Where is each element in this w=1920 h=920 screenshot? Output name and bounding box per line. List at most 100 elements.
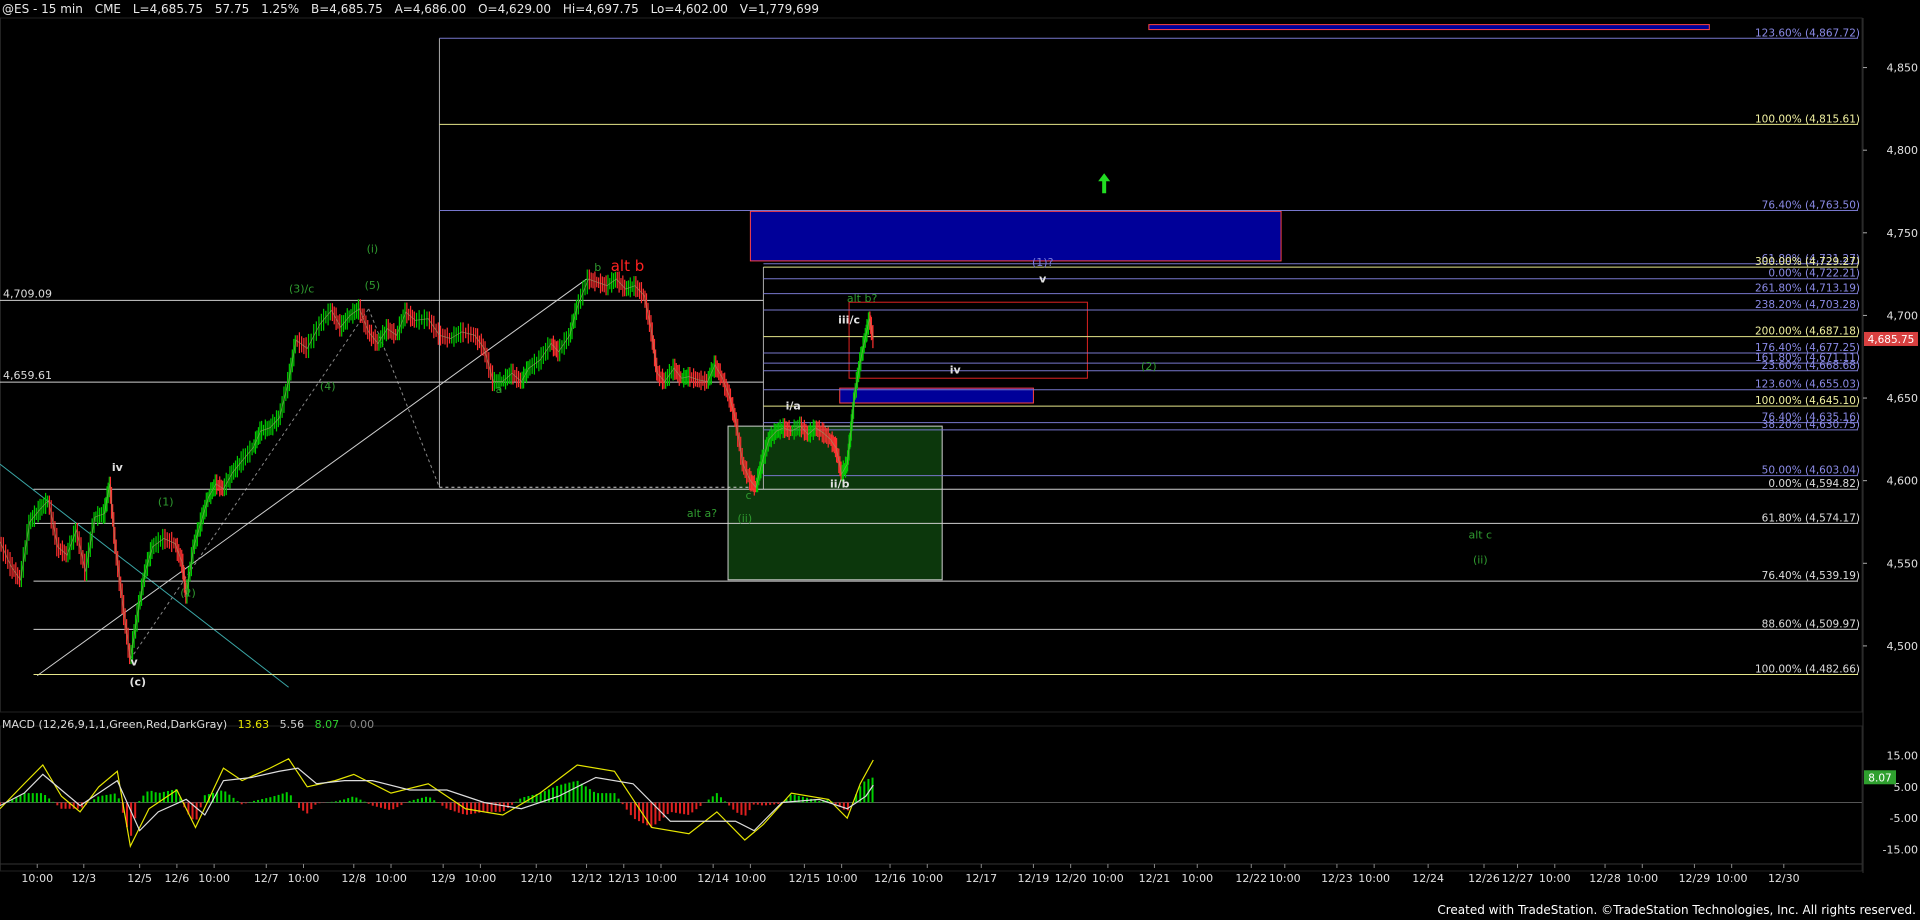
x-tick-label: 12/13 — [608, 872, 640, 885]
y-tick-label: 4,750 — [1887, 227, 1919, 240]
x-tick-label: 12/17 — [965, 872, 997, 885]
x-tick-label: 10:00 — [21, 872, 53, 885]
y-tick-label: 4,700 — [1887, 309, 1919, 322]
fib-level-label: 100.00% (4,645.10) — [1755, 395, 1860, 407]
fib-level-label: 261.80% (4,713.19) — [1755, 283, 1860, 295]
macd-panel-frame — [0, 725, 1863, 872]
fib-level-label: 123.60% (4,867.72) — [1755, 27, 1860, 39]
fib-level-label: 50.00% (4,603.04) — [1762, 465, 1860, 477]
wave-label: alt b — [611, 257, 645, 275]
x-tick-label: 10:00 — [645, 872, 677, 885]
wave-label: (5) — [365, 279, 381, 292]
macd-y-tick-label: 5.00 — [1894, 781, 1919, 794]
wave-label: a — [496, 383, 503, 396]
x-tick-label: 12/10 — [520, 872, 552, 885]
fib-level-label: 76.40% (4,763.50) — [1762, 200, 1860, 212]
wave-label: iv — [950, 363, 962, 376]
wave-label: (2) — [180, 586, 196, 599]
y-tick-label: 4,800 — [1887, 144, 1919, 157]
x-tick-label: 12/23 — [1321, 872, 1353, 885]
x-tick-label: 12/22 — [1235, 872, 1267, 885]
y-tick-label: 4,650 — [1887, 392, 1919, 405]
x-tick-label: 10:00 — [1626, 872, 1658, 885]
fib-level-label: 38.20% (4,630.75) — [1762, 419, 1860, 431]
fib-level-label: 76.40% (4,539.19) — [1762, 570, 1860, 582]
y-tick-label: 4,600 — [1887, 475, 1919, 488]
x-tick-label: 12/29 — [1679, 872, 1711, 885]
wave-label: v — [130, 656, 138, 669]
price-panel-frame — [0, 17, 1863, 713]
zone-upper-blue-box — [749, 210, 1282, 262]
wave-label: i/a — [786, 400, 801, 413]
x-tick-label: 12/15 — [789, 872, 821, 885]
x-tick-label: 10:00 — [375, 872, 407, 885]
x-tick-label: 12/5 — [127, 872, 152, 885]
fib-level-label: 123.60% (4,655.03) — [1755, 379, 1860, 391]
fib-level-label: 23.60% (4,668.68) — [1762, 360, 1860, 372]
fib-level-label: 0.00% (4,594.82) — [1768, 478, 1860, 490]
y-tick-label: 4,500 — [1887, 640, 1919, 653]
x-tick-label: 12/19 — [1018, 872, 1050, 885]
x-tick-label: 12/14 — [697, 872, 729, 885]
x-tick-label: 12/20 — [1055, 872, 1087, 885]
x-tick-label: 12/26 — [1468, 872, 1500, 885]
wave-label: iv — [112, 461, 124, 474]
x-tick-label: 12/28 — [1589, 872, 1621, 885]
x-tick-label: 12/3 — [71, 872, 96, 885]
macd-signal-value: 5.56 — [279, 718, 305, 731]
fib-level-label: 238.20% (4,703.28) — [1755, 299, 1860, 311]
fib-level-label: 88.60% (4,509.97) — [1762, 618, 1860, 630]
x-tick-label: 12/27 — [1502, 872, 1534, 885]
fib-level-label: 100.00% (4,815.61) — [1755, 113, 1860, 125]
fib-level-label: 61.80% (4,574.17) — [1762, 512, 1860, 524]
x-tick-label: 12/30 — [1768, 872, 1800, 885]
trend-line — [36, 278, 587, 677]
macd-header: MACD (12,26,9,1,1,Green,Red,DarkGray) 13… — [2, 718, 381, 731]
wave-label: iii/c — [838, 314, 860, 327]
x-tick-label: 10:00 — [826, 872, 858, 885]
price-chart[interactable]: 123.60% (4,867.72) 100.00% (4,815.61) 76.4… — [0, 0, 1920, 920]
wave-label: alt b? — [847, 292, 878, 305]
x-tick-label: 12/9 — [431, 872, 456, 885]
x-tick-label: 10:00 — [465, 872, 497, 885]
wave-label: (ii) — [737, 512, 752, 525]
macd-last-value-label: 8.07 — [1868, 772, 1891, 784]
zone-top-blue-bar — [1148, 24, 1710, 31]
x-tick-label: 10:00 — [1716, 872, 1748, 885]
wave-label: (c) — [129, 676, 146, 689]
x-tick-label: 10:00 — [198, 872, 230, 885]
x-tick-label: 12/12 — [571, 872, 603, 885]
x-tick-label: 10:00 — [1358, 872, 1390, 885]
y-tick-label: 4,550 — [1887, 557, 1919, 570]
x-tick-label: 10:00 — [911, 872, 943, 885]
x-tick-label: 10:00 — [735, 872, 767, 885]
wave-label: alt a? — [687, 507, 717, 520]
left-level-label: 4,659.61 — [3, 369, 52, 382]
macd-y-tick-label: -15.00 — [1883, 843, 1918, 856]
fib-level-label: 0.00% (4,722.21) — [1768, 268, 1860, 280]
x-tick-label: 10:00 — [1092, 872, 1124, 885]
macd-histogram-value: 8.07 — [314, 718, 340, 731]
wave-dashed-line — [129, 308, 370, 660]
x-tick-label: 10:00 — [1539, 872, 1571, 885]
up-arrow-icon — [1098, 173, 1111, 194]
x-tick-label: 10:00 — [288, 872, 320, 885]
wave-label: (ii) — [1473, 553, 1488, 566]
macd-y-tick-label: -5.00 — [1890, 812, 1918, 825]
wave-label: alt c — [1468, 529, 1492, 542]
wave-label: b — [594, 261, 601, 274]
wave-label: (1)? — [1032, 256, 1054, 269]
macd-y-tick-label: 15.00 — [1887, 750, 1919, 763]
footer-credit: Created with TradeStation. ©TradeStation… — [1437, 903, 1916, 917]
x-tick-label: 12/16 — [874, 872, 906, 885]
x-tick-label: 12/21 — [1139, 872, 1171, 885]
wave-label: ii/b — [830, 477, 850, 490]
last-price-tag-label: 4,685.75 — [1868, 334, 1915, 346]
x-tick-label: 12/8 — [341, 872, 366, 885]
fib-level-label: 100.00% (4,482.66) — [1755, 664, 1860, 676]
macd-value: 13.63 — [237, 718, 270, 731]
x-tick-label: 10:00 — [1181, 872, 1213, 885]
macd-name: MACD (12,26,9,1,1,Green,Red,DarkGray) — [2, 718, 228, 731]
wave-label: (i) — [367, 243, 379, 256]
wave-label: v — [1039, 272, 1047, 285]
